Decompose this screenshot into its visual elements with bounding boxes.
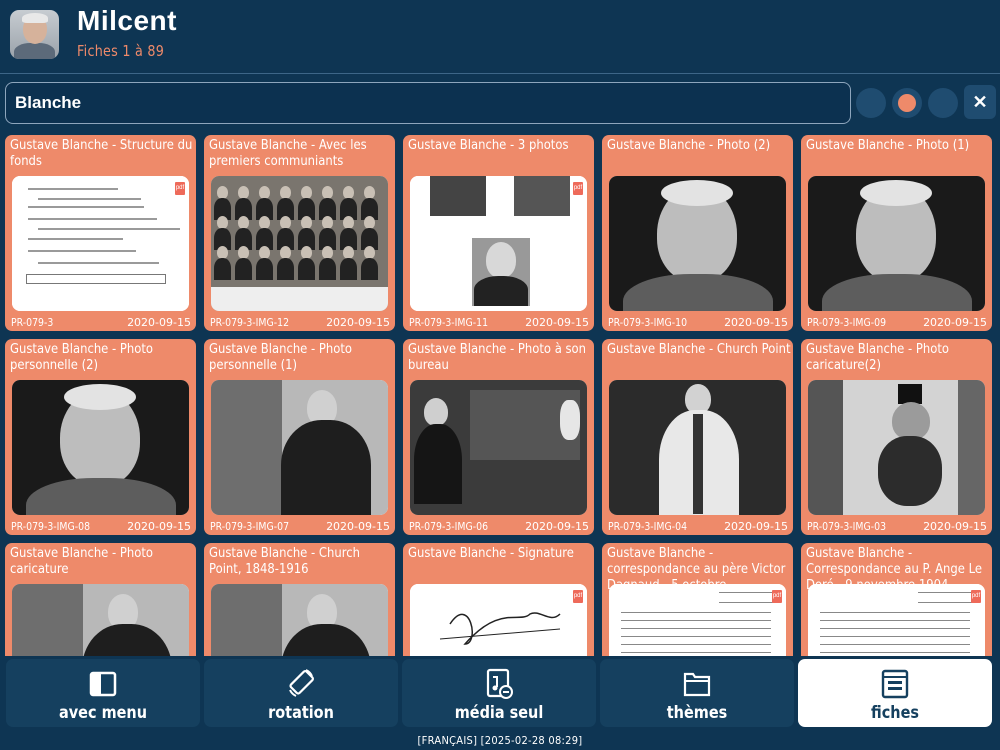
card-thumbnail: pdf bbox=[808, 584, 985, 656]
avatar[interactable] bbox=[10, 10, 59, 59]
cards-icon bbox=[881, 669, 909, 699]
folders-icon bbox=[683, 672, 711, 697]
record-count: Fiches 1 à 89 bbox=[77, 42, 165, 60]
record-card[interactable]: Gustave Blanche - Photo personnelle (1) P… bbox=[204, 339, 395, 535]
card-thumbnail bbox=[609, 380, 786, 515]
card-thumbnail bbox=[410, 380, 587, 515]
page-title: Milcent bbox=[77, 5, 177, 36]
bottom-toolbar: avec menu rotation média seul thèmes fic… bbox=[0, 656, 1000, 730]
media-icon bbox=[486, 668, 513, 699]
card-thumbnail bbox=[609, 176, 786, 311]
menu-toggle-label: avec menu bbox=[58, 703, 148, 723]
card-date: 2020-09-15 bbox=[525, 520, 589, 533]
record-card[interactable]: Gustave Blanche - 3 photos pdf PR-079-3-IM… bbox=[403, 135, 594, 331]
card-code: PR-079-3 bbox=[11, 316, 54, 329]
card-date: 2020-09-15 bbox=[724, 520, 788, 533]
record-card[interactable]: Gustave Blanche - Photo (2) PR-079-3-IMG-… bbox=[602, 135, 793, 331]
card-date: 2020-09-15 bbox=[326, 520, 390, 533]
card-date: 2020-09-15 bbox=[127, 520, 191, 533]
card-title: Gustave Blanche - Photo personnelle (2) bbox=[10, 341, 154, 373]
menu-toggle-button[interactable]: avec menu bbox=[6, 659, 200, 727]
card-thumbnail: pdf bbox=[609, 584, 786, 656]
filter-dot-3[interactable] bbox=[928, 88, 958, 118]
record-card[interactable]: Gustave Blanche - Correspondance au P. A… bbox=[801, 543, 992, 656]
card-date: 2020-09-15 bbox=[326, 316, 390, 329]
record-card[interactable]: Gustave Blanche - Church Point, 1848-191… bbox=[204, 543, 395, 656]
card-thumbnail bbox=[211, 584, 388, 656]
card-thumbnail bbox=[12, 380, 189, 515]
rotation-button[interactable]: rotation bbox=[204, 659, 398, 727]
media-only-label: média seul bbox=[454, 703, 544, 723]
card-thumbnail bbox=[211, 176, 388, 311]
media-only-button[interactable]: média seul bbox=[402, 659, 596, 727]
card-title: Gustave Blanche - Photo caricature bbox=[10, 545, 154, 577]
card-thumbnail: pdf bbox=[12, 176, 189, 311]
card-code: PR-079-3-IMG-11 bbox=[409, 316, 489, 329]
record-card[interactable]: Gustave Blanche - Signature pdf bbox=[403, 543, 594, 656]
card-code: PR-079-3-IMG-12 bbox=[210, 316, 290, 329]
search-row: ✕ bbox=[0, 82, 1000, 124]
record-card[interactable]: Gustave Blanche - Photo (1) PR-079-3-IMG-… bbox=[801, 135, 992, 331]
card-title: Gustave Blanche - Photo à son bureau bbox=[408, 341, 587, 373]
record-card[interactable]: Gustave Blanche - correspondance au père… bbox=[602, 543, 793, 656]
card-title: Gustave Blanche - Church Point bbox=[607, 341, 791, 357]
card-code: PR-079-3-IMG-06 bbox=[409, 520, 489, 533]
sidebar-icon bbox=[89, 671, 117, 697]
card-title: Gustave Blanche - Photo personnelle (1) bbox=[209, 341, 353, 373]
card-date: 2020-09-15 bbox=[127, 316, 191, 329]
header: Milcent Fiches 1 à 89 bbox=[0, 0, 1000, 74]
card-title: Gustave Blanche - Photo caricature(2) bbox=[806, 341, 950, 373]
card-thumbnail bbox=[808, 380, 985, 515]
card-title: Gustave Blanche - Photo (2) bbox=[607, 137, 771, 153]
card-thumbnail: pdf bbox=[410, 584, 587, 656]
fiches-label: fiches bbox=[871, 703, 919, 723]
record-card[interactable]: Gustave Blanche - Structure du fonds pdf P… bbox=[5, 135, 196, 331]
card-code: PR-079-3-IMG-09 bbox=[807, 316, 887, 329]
filter-dot-2[interactable] bbox=[892, 88, 922, 118]
record-card[interactable]: Gustave Blanche - Photo à son bureau PR-0… bbox=[403, 339, 594, 535]
card-code: PR-079-3-IMG-10 bbox=[608, 316, 688, 329]
card-code: PR-079-3-IMG-08 bbox=[11, 520, 91, 533]
card-grid: Gustave Blanche - Structure du fonds pdf P… bbox=[5, 135, 995, 656]
record-card[interactable]: Gustave Blanche - Photo caricature(2) PR-… bbox=[801, 339, 992, 535]
filter-dot-1[interactable] bbox=[856, 88, 886, 118]
rotate-device-icon bbox=[289, 669, 314, 697]
card-thumbnail bbox=[211, 380, 388, 515]
fiches-button[interactable]: fiches bbox=[798, 659, 992, 727]
footer-status: [FRANÇAIS] [2025-02-28 08:29] bbox=[417, 734, 583, 747]
card-code: PR-079-3-IMG-07 bbox=[210, 520, 290, 533]
search-input[interactable] bbox=[5, 82, 851, 124]
card-title: Gustave Blanche - Photo (1) bbox=[806, 137, 970, 153]
card-thumbnail bbox=[808, 176, 985, 311]
card-date: 2020-09-15 bbox=[724, 316, 788, 329]
record-card[interactable]: Gustave Blanche - Church Point PR-079-3-I… bbox=[602, 339, 793, 535]
card-code: PR-079-3-IMG-03 bbox=[807, 520, 887, 533]
card-date: 2020-09-15 bbox=[923, 520, 987, 533]
card-thumbnail: pdf bbox=[410, 176, 587, 311]
card-code: PR-079-3-IMG-04 bbox=[608, 520, 688, 533]
card-thumbnail bbox=[12, 584, 189, 656]
card-title: Gustave Blanche - Signature bbox=[408, 545, 574, 561]
clear-search-button[interactable]: ✕ bbox=[964, 85, 996, 119]
record-card[interactable]: Gustave Blanche - Photo personnelle (2) P… bbox=[5, 339, 196, 535]
rotation-label: rotation bbox=[268, 703, 334, 723]
record-card[interactable]: Gustave Blanche - Photo caricature bbox=[5, 543, 196, 656]
card-title: Gustave Blanche - Structure du fonds bbox=[10, 137, 193, 169]
themes-label: thèmes bbox=[666, 703, 728, 723]
card-date: 2020-09-15 bbox=[923, 316, 987, 329]
card-date: 2020-09-15 bbox=[525, 316, 589, 329]
record-card[interactable]: Gustave Blanche - Avec les premiers comm… bbox=[204, 135, 395, 331]
card-title: Gustave Blanche - 3 photos bbox=[408, 137, 569, 153]
card-title: Gustave Blanche - Avec les premiers comm… bbox=[209, 137, 367, 169]
card-title: Gustave Blanche - Church Point, 1848-191… bbox=[209, 545, 360, 577]
themes-button[interactable]: thèmes bbox=[600, 659, 794, 727]
